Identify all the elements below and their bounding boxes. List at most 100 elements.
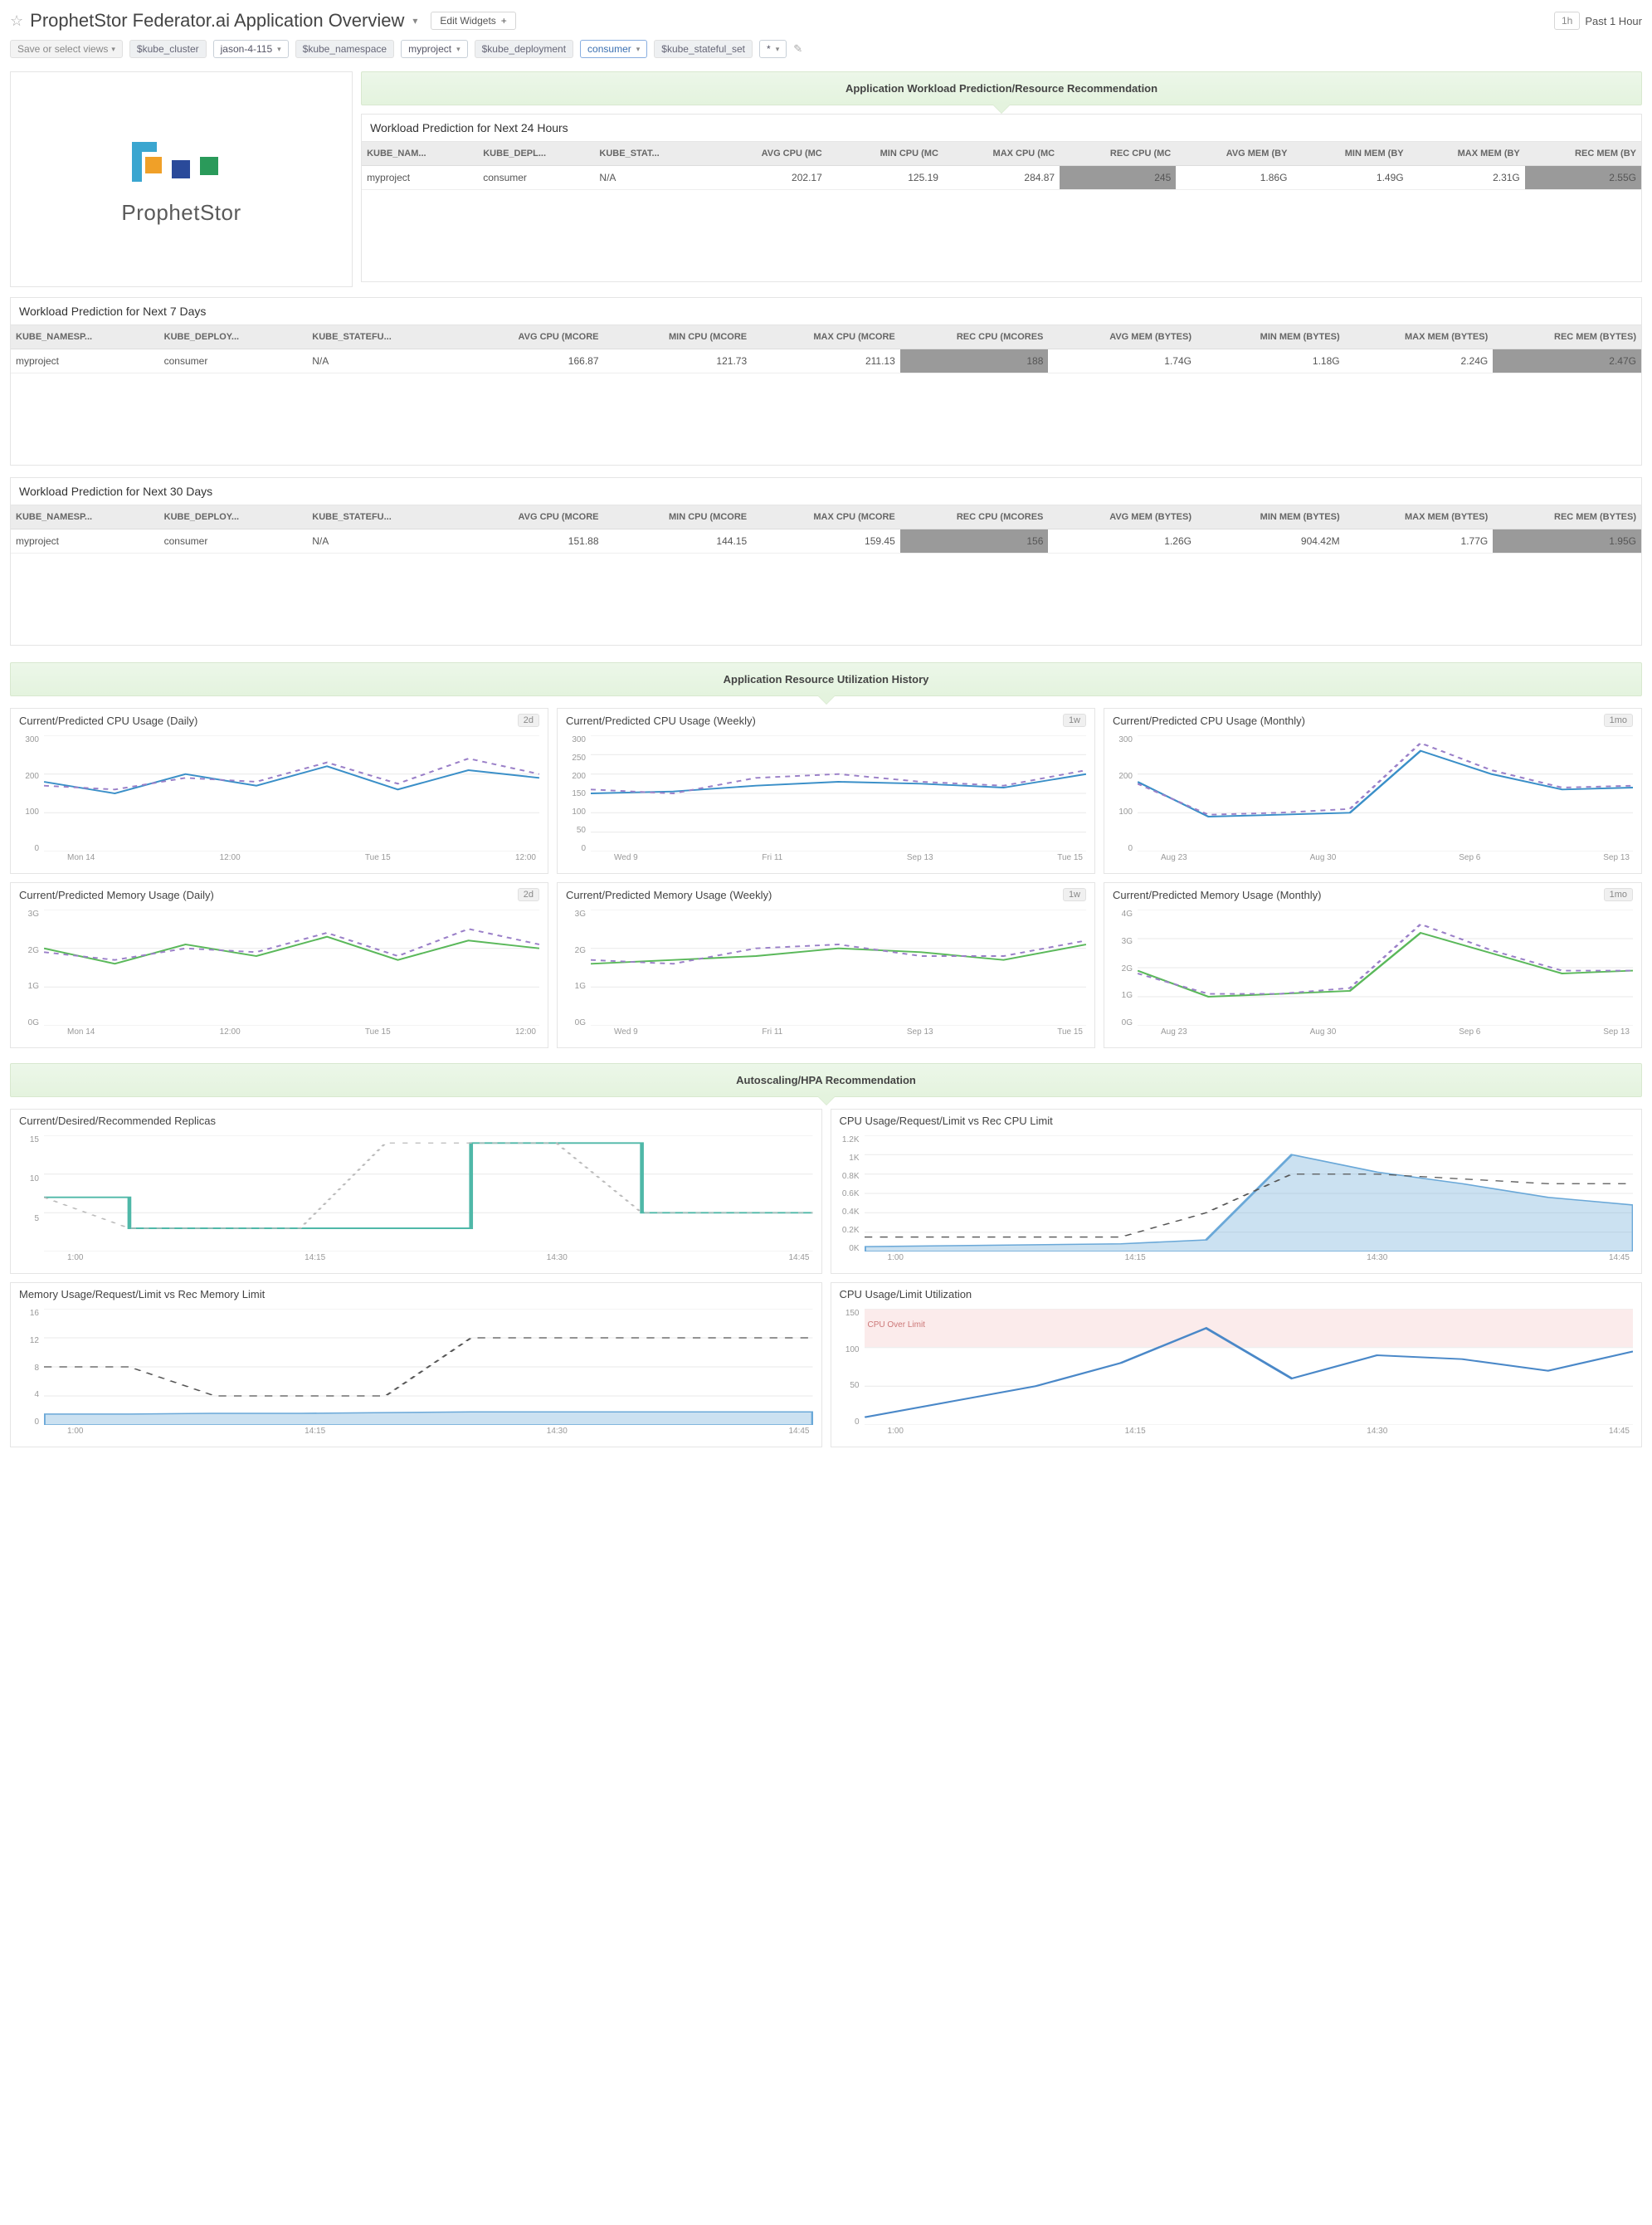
y-axis: 3002001000	[1109, 735, 1133, 853]
chevron-down-icon: ▾	[277, 45, 281, 54]
chart-title: CPU Usage/Request/Limit vs Rec CPU Limit	[840, 1115, 1634, 1127]
chevron-down-icon: ▾	[111, 45, 115, 54]
kube-statefulset-select[interactable]: * ▾	[759, 40, 787, 58]
chart-range-badge[interactable]: 1w	[1063, 714, 1086, 727]
col-header[interactable]: REC CPU (MC	[1060, 142, 1176, 166]
brand-name: ProphetStor	[121, 200, 241, 226]
table-row: myprojectconsumerN/A202.17125.19284.8724…	[362, 166, 1641, 190]
kube-namespace-select[interactable]: myproject ▾	[401, 40, 468, 58]
x-axis: 1:0014:1514:3014:45	[44, 1252, 813, 1262]
col-header[interactable]: MIN CPU (MCORE	[604, 325, 753, 349]
col-header[interactable]: AVG CPU (MCORE	[456, 505, 604, 529]
chart-range-badge[interactable]: 2d	[518, 888, 539, 901]
col-header[interactable]: MIN MEM (BYTES)	[1196, 325, 1345, 349]
chart-area[interactable]: 1612840 1:0014:1514:3014:45	[11, 1305, 821, 1447]
y-axis: 4G3G2G1G0G	[1109, 910, 1133, 1027]
y-axis: 3G2G1G0G	[563, 910, 586, 1027]
kube-namespace-value: myproject	[408, 43, 451, 55]
chart-range-badge[interactable]: 1mo	[1604, 714, 1633, 727]
chart-area[interactable]: 15105 1:0014:1514:3014:45	[11, 1132, 821, 1273]
table-7d-title: Workload Prediction for Next 7 Days	[11, 298, 1641, 325]
edit-widgets-button[interactable]: Edit Widgets +	[431, 12, 515, 30]
col-header[interactable]: KUBE_DEPL...	[478, 142, 594, 166]
cell: 188	[900, 349, 1049, 373]
col-header[interactable]: MAX CPU (MCORE	[752, 505, 900, 529]
chart-range-badge[interactable]: 1w	[1063, 888, 1086, 901]
x-axis: Mon 1412:00Tue 1512:00	[44, 1026, 539, 1037]
chart-mem_daily: Current/Predicted Memory Usage (Daily) 2…	[10, 882, 548, 1048]
col-header[interactable]: REC MEM (BYTES)	[1493, 505, 1641, 529]
col-header[interactable]: MAX MEM (BY	[1409, 142, 1525, 166]
chart-area[interactable]: 3002001000 Aug 23Aug 30Sep 6Sep 13	[1104, 732, 1641, 873]
title-chevron-icon[interactable]: ▾	[412, 15, 417, 27]
chevron-down-icon: ▾	[636, 45, 641, 54]
col-header[interactable]: MAX CPU (MC	[943, 142, 1060, 166]
chart-area[interactable]: 4G3G2G1G0G Aug 23Aug 30Sep 6Sep 13	[1104, 906, 1641, 1047]
x-axis: 1:0014:1514:3014:45	[44, 1425, 813, 1436]
col-header[interactable]: AVG CPU (MCORE	[456, 325, 604, 349]
col-header[interactable]: REC MEM (BYTES)	[1493, 325, 1641, 349]
chart-title: Memory Usage/Request/Limit vs Rec Memory…	[19, 1288, 813, 1300]
col-header[interactable]: MAX MEM (BYTES)	[1345, 325, 1494, 349]
col-header[interactable]: MAX MEM (BYTES)	[1345, 505, 1494, 529]
time-short-pill[interactable]: 1h	[1554, 12, 1580, 30]
chart-area[interactable]: 3G2G1G0G Mon 1412:00Tue 1512:00	[11, 906, 548, 1047]
star-icon[interactable]: ☆	[10, 12, 23, 30]
col-header[interactable]: KUBE_STATEFU...	[307, 325, 456, 349]
col-header[interactable]: MAX CPU (MCORE	[752, 325, 900, 349]
col-header[interactable]: AVG MEM (BYTES)	[1048, 325, 1196, 349]
chart-title: Current/Predicted CPU Usage (Monthly)	[1113, 715, 1604, 727]
col-header[interactable]: KUBE_STAT...	[594, 142, 710, 166]
chart-range-badge[interactable]: 1mo	[1604, 888, 1633, 901]
col-header[interactable]: KUBE_DEPLOY...	[159, 505, 308, 529]
chart-area[interactable]: 300250200150100500 Wed 9Fri 11Sep 13Tue …	[558, 732, 1094, 873]
chart-mem_weekly: Current/Predicted Memory Usage (Weekly) …	[557, 882, 1095, 1048]
chart-range-badge[interactable]: 2d	[518, 714, 539, 727]
kube-deployment-tag: $kube_deployment	[475, 40, 573, 58]
section-banner-autoscaling: Autoscaling/HPA Recommendation	[10, 1063, 1642, 1097]
kube-deployment-select[interactable]: consumer ▾	[580, 40, 647, 58]
cell: 904.42M	[1196, 529, 1345, 554]
time-range-label[interactable]: Past 1 Hour	[1585, 15, 1642, 27]
chart-area[interactable]: 3002001000 Mon 1412:00Tue 1512:00	[11, 732, 548, 873]
chart-mem_rec: Memory Usage/Request/Limit vs Rec Memory…	[10, 1282, 822, 1447]
col-header[interactable]: MIN MEM (BYTES)	[1196, 505, 1345, 529]
cell: 2.55G	[1525, 166, 1641, 190]
cell: 284.87	[943, 166, 1060, 190]
col-header[interactable]: REC CPU (MCORES	[900, 325, 1049, 349]
kube-statefulset-tag: $kube_stateful_set	[654, 40, 753, 58]
col-header[interactable]: KUBE_STATEFU...	[307, 505, 456, 529]
table-24h-title: Workload Prediction for Next 24 Hours	[362, 115, 1641, 142]
cell: consumer	[478, 166, 594, 190]
edit-filters-icon[interactable]: ✎	[793, 42, 802, 56]
col-header[interactable]: KUBE_DEPLOY...	[159, 325, 308, 349]
cell: 1.26G	[1048, 529, 1196, 554]
cell: 125.19	[827, 166, 943, 190]
x-axis: Wed 9Fri 11Sep 13Tue 15	[591, 1026, 1086, 1037]
col-header[interactable]: AVG CPU (MC	[711, 142, 827, 166]
chart-area[interactable]: 1.2K1K0.8K0.6K0.4K0.2K0K 1:0014:1514:301…	[831, 1132, 1642, 1273]
save-views-button[interactable]: Save or select views ▾	[10, 40, 123, 58]
prophetstor-logo-icon	[124, 134, 240, 192]
cell: 211.13	[752, 349, 900, 373]
col-header[interactable]: MIN MEM (BY	[1292, 142, 1408, 166]
kube-cluster-select[interactable]: jason-4-115 ▾	[213, 40, 289, 58]
cell: 2.47G	[1493, 349, 1641, 373]
cell: 156	[900, 529, 1049, 554]
col-header[interactable]: REC MEM (BY	[1525, 142, 1641, 166]
col-header[interactable]: AVG MEM (BY	[1176, 142, 1292, 166]
chart-title: Current/Predicted Memory Usage (Daily)	[19, 889, 518, 901]
col-header[interactable]: MIN CPU (MC	[827, 142, 943, 166]
chart-area[interactable]: 3G2G1G0G Wed 9Fri 11Sep 13Tue 15	[558, 906, 1094, 1047]
chevron-down-icon: ▾	[456, 45, 461, 54]
col-header[interactable]: REC CPU (MCORES	[900, 505, 1049, 529]
kube-cluster-tag: $kube_cluster	[129, 40, 207, 58]
chart-area[interactable]: 150100500 CPU Over Limit 1:0014:1514:301…	[831, 1305, 1642, 1447]
col-header[interactable]: KUBE_NAMESP...	[11, 325, 159, 349]
cell: consumer	[159, 349, 308, 373]
col-header[interactable]: KUBE_NAM...	[362, 142, 478, 166]
col-header[interactable]: MIN CPU (MCORE	[604, 505, 753, 529]
col-header[interactable]: KUBE_NAMESP...	[11, 505, 159, 529]
col-header[interactable]: AVG MEM (BYTES)	[1048, 505, 1196, 529]
cell: myproject	[362, 166, 478, 190]
